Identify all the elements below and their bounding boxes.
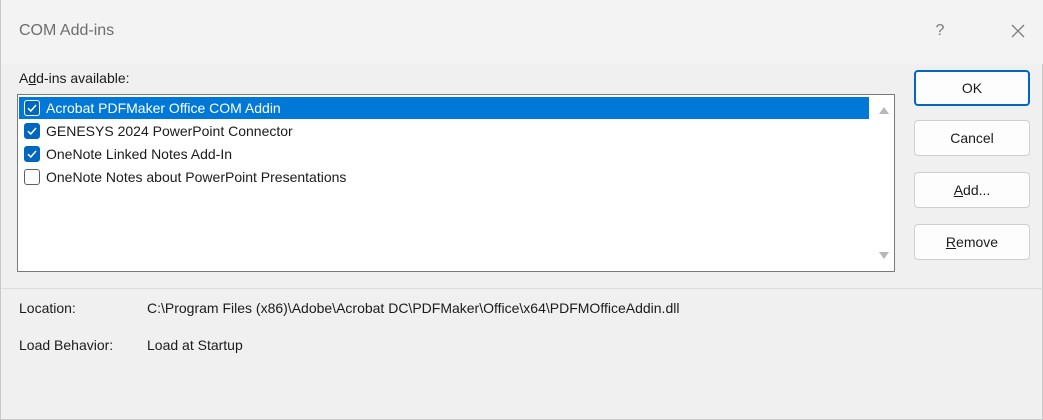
- help-button[interactable]: ?: [917, 14, 963, 48]
- list-item[interactable]: OneNote Notes about PowerPoint Presentat…: [19, 166, 869, 188]
- cancel-button[interactable]: Cancel: [914, 120, 1030, 156]
- addins-listbox[interactable]: Acrobat PDFMaker Office COM Addin GENESY…: [17, 94, 895, 272]
- title-bar: COM Add-ins ?: [1, 0, 1043, 64]
- scroll-down-arrow-icon: [879, 252, 889, 259]
- addin-name: OneNote Notes about PowerPoint Presentat…: [46, 169, 347, 185]
- addins-available-label: Add-ins available:: [19, 70, 130, 86]
- list-item[interactable]: Acrobat PDFMaker Office COM Addin: [19, 97, 869, 119]
- add-button[interactable]: Add...: [914, 172, 1030, 208]
- remove-button[interactable]: Remove: [914, 224, 1030, 260]
- help-icon: ?: [935, 22, 945, 39]
- load-behavior-label: Load Behavior:: [19, 337, 114, 353]
- location-value: C:\Program Files (x86)\Adobe\Acrobat DC\…: [147, 300, 680, 316]
- scroll-up-arrow-icon: [879, 107, 889, 114]
- scroll-down-button[interactable]: [876, 249, 892, 263]
- checkbox-unchecked[interactable]: [24, 169, 40, 185]
- list-item[interactable]: GENESYS 2024 PowerPoint Connector: [19, 120, 869, 142]
- addin-name: Acrobat PDFMaker Office COM Addin: [46, 100, 281, 116]
- addin-name: GENESYS 2024 PowerPoint Connector: [46, 123, 293, 139]
- close-icon: [1011, 24, 1025, 38]
- ok-button[interactable]: OK: [914, 70, 1030, 106]
- close-button[interactable]: [995, 14, 1041, 48]
- dialog-title: COM Add-ins: [19, 22, 115, 39]
- checkmark-icon: [27, 150, 37, 159]
- list-item[interactable]: OneNote Linked Notes Add-In: [19, 143, 869, 165]
- com-addins-dialog: COM Add-ins ? Add-ins available: Acrobat…: [0, 0, 1043, 420]
- scroll-up-button[interactable]: [876, 103, 892, 117]
- addin-name: OneNote Linked Notes Add-In: [46, 146, 233, 162]
- load-behavior-value: Load at Startup: [147, 337, 243, 353]
- checkbox-checked[interactable]: [24, 123, 40, 139]
- checkbox-checked[interactable]: [24, 100, 40, 116]
- checkbox-checked[interactable]: [24, 146, 40, 162]
- divider: [1, 288, 1043, 289]
- location-label: Location:: [19, 300, 76, 316]
- checkmark-icon: [27, 127, 37, 136]
- checkmark-icon: [27, 104, 37, 113]
